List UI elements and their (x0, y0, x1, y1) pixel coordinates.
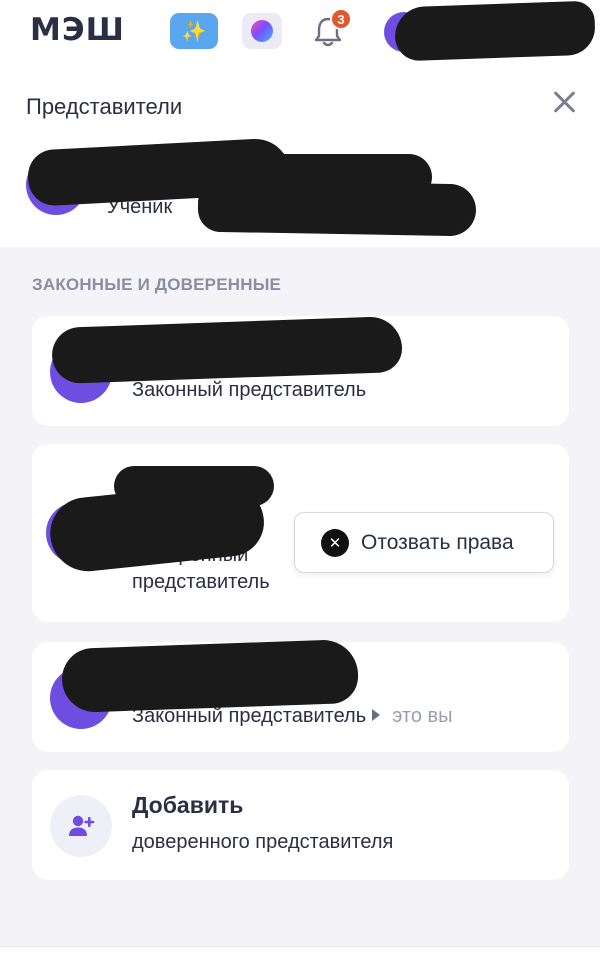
sparkle-icon[interactable]: ✨ (170, 13, 218, 49)
redaction-mark (394, 0, 596, 62)
add-representative-card[interactable]: Добавить доверенного представителя (32, 770, 569, 880)
representative-role: Законный представитель (132, 379, 367, 401)
role-line-2: представитель (132, 571, 270, 593)
add-user-icon (50, 795, 112, 857)
notification-badge: 3 (330, 8, 352, 30)
section-label: ЗАКОННЫЕ И ДОВЕРЕННЫЕ (32, 275, 282, 294)
revoke-rights-button[interactable]: ✕ Отозвать права (294, 512, 554, 573)
top-bar: МЭШ ✨ 3 (0, 0, 600, 64)
play-arrow-icon (372, 708, 381, 721)
close-button[interactable] (548, 86, 580, 118)
revoke-rights-label: Отозвать права (361, 530, 514, 554)
redaction-mark (114, 466, 274, 506)
sheet-header: Представители Ученик (0, 62, 600, 247)
sheet-title: Представители (26, 94, 183, 119)
app-logo[interactable]: МЭШ (30, 12, 125, 48)
add-user-glyph (69, 815, 95, 836)
assistant-orb-icon[interactable] (242, 13, 282, 49)
redaction-mark (60, 638, 360, 714)
representative-card[interactable]: Законный представитель это вы (32, 638, 569, 752)
representatives-sheet: Представители Ученик ЗАКОННЫЕ И ДОВЕРЕНН… (0, 62, 600, 969)
close-circle-icon: ✕ (321, 528, 349, 557)
representative-card[interactable]: Законный представитель (32, 315, 569, 426)
redaction-mark (51, 315, 403, 385)
bottom-strip (0, 946, 600, 969)
representative-card[interactable]: Доверенный представитель ✕ Отозвать прав… (32, 444, 569, 622)
add-subtitle: доверенного представителя (132, 831, 394, 853)
self-note: это вы (392, 705, 453, 727)
redaction-mark (197, 179, 477, 237)
add-title: Добавить (132, 792, 244, 818)
